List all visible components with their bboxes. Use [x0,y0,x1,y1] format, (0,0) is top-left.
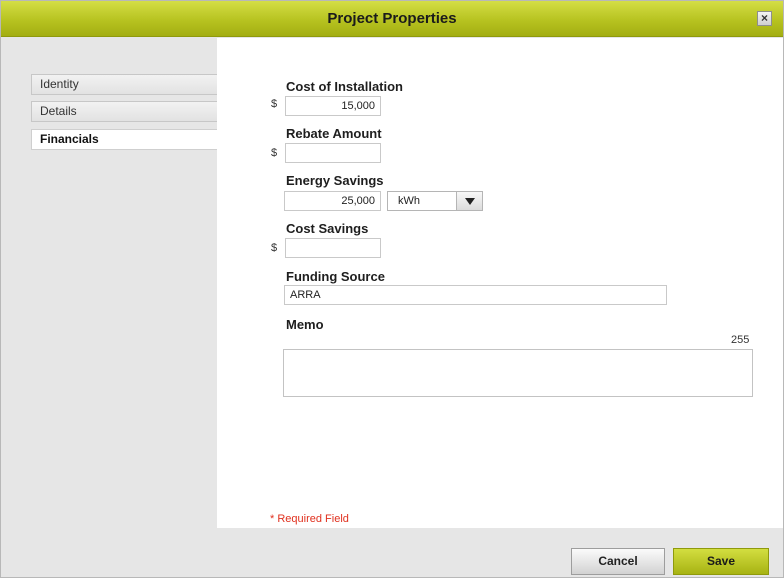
sidebar: Identity Details Financials [1,38,217,528]
energy-unit-select[interactable]: kWh [387,191,483,211]
chevron-down-icon[interactable] [456,192,482,210]
cancel-button[interactable]: Cancel [571,548,665,575]
sidebar-item-identity[interactable]: Identity [31,74,217,95]
currency-symbol: $ [271,98,278,110]
memo-char-counter: 255 [731,334,750,346]
cost-of-installation-input[interactable]: 15,000 [285,96,381,116]
cost-savings-input[interactable] [285,238,381,258]
sidebar-item-details[interactable]: Details [31,101,217,122]
funding-source-label: Funding Source [286,269,385,284]
required-field-note: * Required Field [270,513,349,525]
dialog-title: Project Properties [327,10,457,27]
sidebar-item-label: Financials [40,132,99,146]
memo-label: Memo [286,317,324,332]
sidebar-item-label: Details [40,104,77,118]
cost-savings-label: Cost Savings [286,221,369,236]
currency-symbol: $ [271,242,278,254]
rebate-amount-label: Rebate Amount [286,126,382,141]
memo-textarea[interactable] [283,349,753,397]
project-properties-dialog: Project Properties × Identity Details Fi… [0,0,784,578]
sidebar-item-financials[interactable]: Financials [31,129,217,150]
dialog-footer [1,528,783,577]
cost-of-installation-label: Cost of Installation [286,79,403,94]
energy-savings-input[interactable]: 25,000 [284,191,381,211]
rebate-amount-input[interactable] [285,143,381,163]
form-panel: Cost of Installation $ 15,000 Rebate Amo… [217,38,783,528]
save-button[interactable]: Save [673,548,769,575]
energy-unit-value: kWh [398,195,420,207]
currency-symbol: $ [271,147,278,159]
sidebar-item-label: Identity [40,77,79,91]
close-button[interactable]: × [757,11,772,26]
energy-savings-label: Energy Savings [286,173,384,188]
funding-source-input[interactable]: ARRA [284,285,667,305]
close-icon: × [760,11,768,25]
title-bar: Project Properties × [1,1,783,37]
